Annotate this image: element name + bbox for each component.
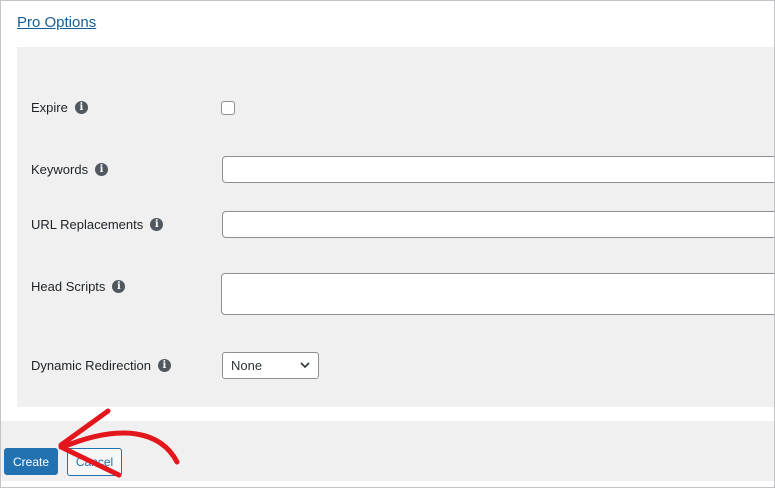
expire-row-label: Expire i xyxy=(31,100,88,115)
head-scripts-textarea[interactable] xyxy=(221,273,774,315)
dynamic-redirection-select[interactable]: None xyxy=(222,352,319,379)
info-icon[interactable]: i xyxy=(150,218,164,231)
url-replacements-label: URL Replacements xyxy=(31,217,144,232)
url-replacements-input[interactable] xyxy=(222,211,774,238)
chevron-down-icon xyxy=(300,362,310,369)
dynamic-redirection-label: Dynamic Redirection xyxy=(31,358,151,373)
keywords-input[interactable] xyxy=(222,156,774,183)
cancel-button[interactable]: Cancel xyxy=(67,448,122,476)
dynamic-redirection-value: None xyxy=(231,358,263,373)
expire-checkbox[interactable] xyxy=(221,101,235,115)
expire-label: Expire xyxy=(31,100,68,115)
keywords-label: Keywords xyxy=(31,162,89,177)
url-replacements-row-label: URL Replacements i xyxy=(31,217,164,232)
info-icon[interactable]: i xyxy=(74,101,88,114)
dynamic-redirection-row-label: Dynamic Redirection i xyxy=(31,358,171,373)
keywords-row-label: Keywords i xyxy=(31,162,109,177)
info-icon[interactable]: i xyxy=(157,359,171,372)
head-scripts-row-label: Head Scripts i xyxy=(31,279,126,294)
create-button[interactable]: Create xyxy=(4,448,58,475)
pro-options-frame: Pro Options Expire i Keywords i URL Repl… xyxy=(0,0,775,488)
info-icon[interactable]: i xyxy=(112,280,126,293)
head-scripts-label: Head Scripts xyxy=(31,279,106,294)
info-icon[interactable]: i xyxy=(95,163,109,176)
pro-options-title[interactable]: Pro Options xyxy=(17,14,96,31)
